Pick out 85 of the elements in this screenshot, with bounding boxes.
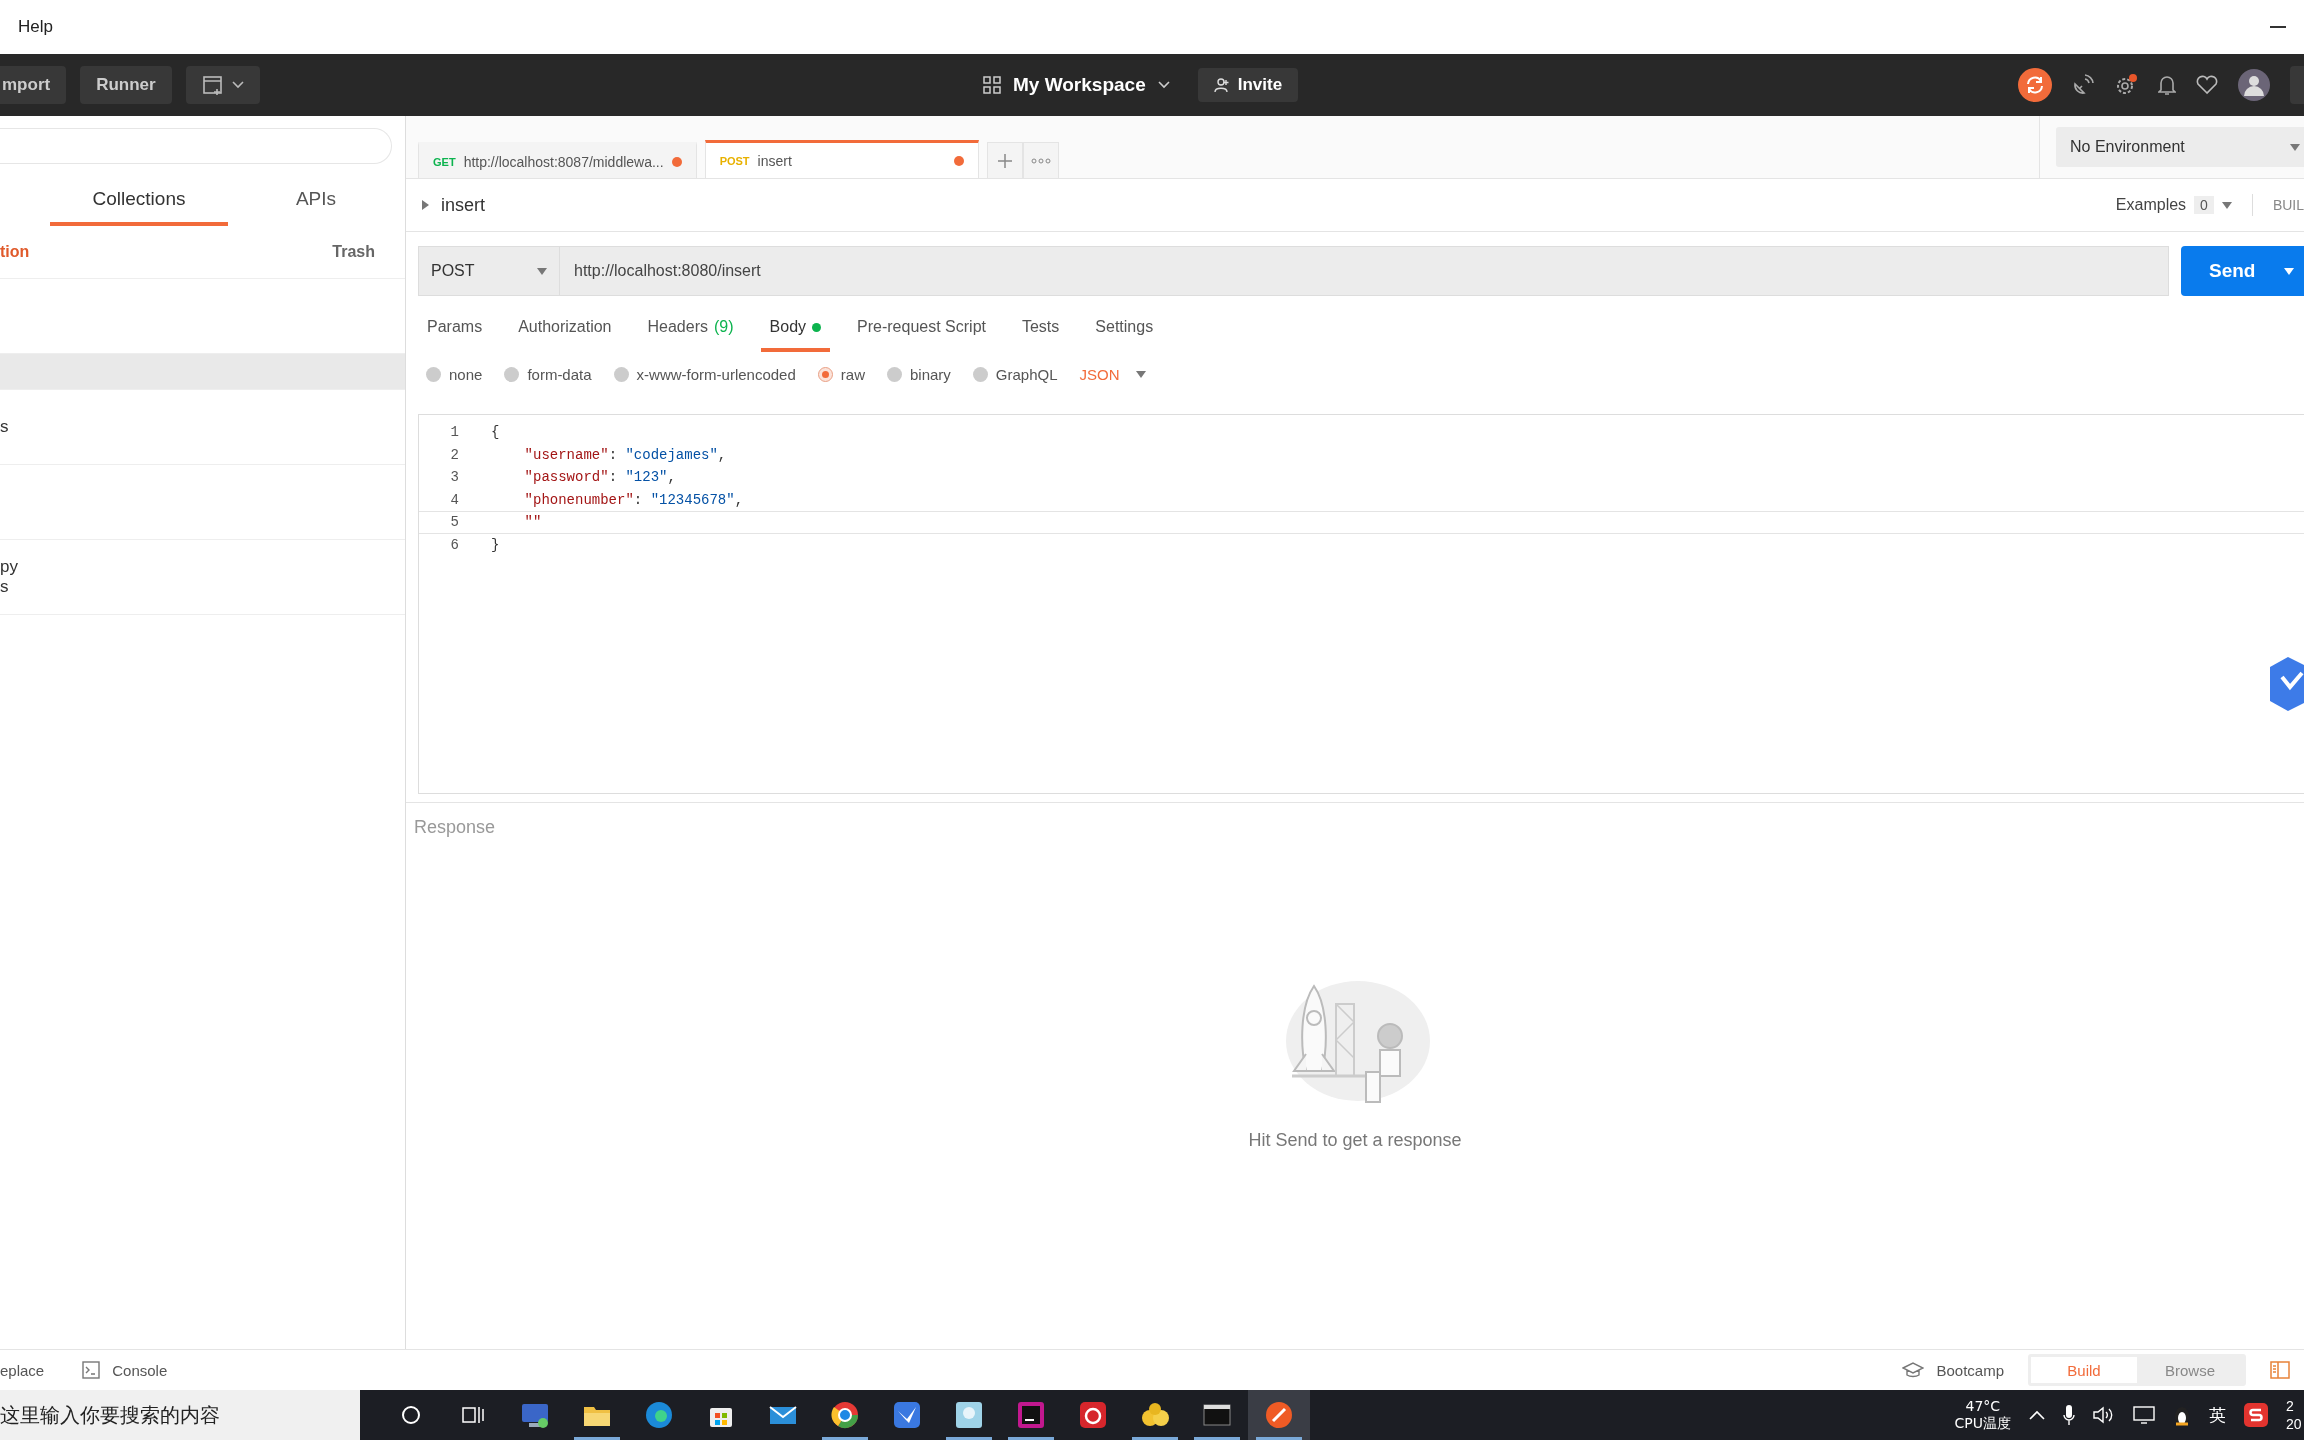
sidebar-tab[interactable]: Collections [50, 188, 228, 226]
plus-icon [996, 152, 1013, 169]
rocket-app-icon[interactable] [1248, 1390, 1310, 1440]
new-collection-link[interactable]: tion [0, 243, 30, 261]
build-label: BUIL [2272, 197, 2304, 213]
send-button[interactable]: Send [2181, 246, 2304, 296]
environment-dropdown[interactable]: No Environment [2056, 127, 2304, 167]
code-line: { [490, 424, 500, 441]
toolbar-button[interactable]: Runner [80, 66, 172, 104]
request-tab[interactable]: GET http://localhost:8087/middlewa... [418, 142, 697, 178]
graduation-cap-icon [1902, 1362, 1925, 1378]
search-field[interactable] [0, 128, 392, 164]
section-tab[interactable]: Pre-request Script [848, 306, 995, 352]
body-mode-radio[interactable]: raw [817, 365, 865, 383]
line-number: 4 [449, 491, 460, 508]
monitor-icon[interactable] [2133, 1405, 2155, 1425]
person-plus-icon [1213, 77, 1230, 93]
body-mode-radio[interactable]: form-data [504, 365, 592, 383]
expand-arrow-icon[interactable] [422, 200, 429, 210]
taskbar-search-field[interactable]: 这里输入你要搜索的内容 [0, 1390, 360, 1440]
method-dropdown[interactable]: POST [418, 246, 560, 296]
sidebar-item[interactable]: s [0, 390, 405, 465]
section-tab[interactable]: Headers (9) [638, 306, 743, 352]
avatar-icon[interactable] [2238, 69, 2270, 101]
section-tab[interactable]: Params [418, 306, 492, 352]
section-tab[interactable]: Authorization [509, 306, 621, 352]
line-number: 1 [449, 424, 460, 441]
url-field[interactable]: http://localhost:8080/insert [560, 246, 2169, 296]
menu-item[interactable]: Help [18, 17, 53, 37]
code-line: "phonenumber": "12345678", [523, 491, 744, 508]
sidebar-tab[interactable]: APIs [228, 188, 404, 226]
new-window-button[interactable] [185, 66, 260, 104]
console-button[interactable]: Console [82, 1361, 168, 1379]
body-mode-radio[interactable]: x-www-form-urlencoded [613, 365, 796, 383]
chevron-icon [1157, 81, 1170, 89]
heart-icon[interactable] [2196, 75, 2218, 95]
examples-button[interactable]: Examples [2115, 196, 2187, 214]
examples-count: 0 [2194, 196, 2214, 214]
sync-button[interactable] [2018, 68, 2052, 102]
invite-button[interactable]: Invite [1197, 68, 1299, 102]
request-name: insert [441, 194, 485, 216]
caret-icon [2290, 143, 2300, 151]
section-tab[interactable]: Tests [1012, 306, 1069, 352]
line-number: 2 [449, 446, 460, 463]
more-dots-icon [1030, 157, 1051, 164]
caret-icon [537, 267, 547, 275]
s-logo-icon[interactable] [2244, 1403, 2268, 1427]
caret-icon [2284, 267, 2294, 275]
request-tab[interactable]: POST insert [704, 140, 979, 178]
satellite-icon[interactable] [2072, 74, 2094, 96]
speaker-icon[interactable] [2093, 1406, 2115, 1424]
line-number: 3 [449, 469, 460, 486]
body-mode-radio[interactable]: GraphQL [972, 365, 1058, 383]
code-line: "password": "123", [523, 469, 676, 486]
sidebar-item[interactable]: py s [0, 540, 405, 615]
input-method-indicator[interactable]: 英 [2209, 1403, 2226, 1427]
bell-icon[interactable] [2158, 74, 2176, 96]
section-tab[interactable]: Settings [1086, 306, 1163, 352]
code-editor[interactable]: 1 { 2 "username": "codejames", 3 "password": "123", 4 "phonenumber": "12345678", 5 "" 6 } [418, 414, 2304, 794]
body-mode-radio[interactable]: none [426, 365, 483, 383]
toolbar-button[interactable]: mport [0, 66, 67, 104]
empty-response-message: Hit Send to get a response [1248, 1130, 1462, 1151]
response-title: Response [413, 816, 497, 838]
dropdown-caret-icon [2221, 201, 2232, 209]
line-number: 5 [449, 514, 460, 531]
bootcamp-button[interactable]: Bootcamp [1902, 1361, 2004, 1379]
window-plus-icon [201, 74, 224, 96]
line-number: 6 [449, 536, 460, 553]
body-mode-radio[interactable]: binary [886, 365, 951, 383]
code-line: } [490, 536, 500, 553]
caret-icon [1135, 370, 1146, 378]
grid-icon [983, 76, 1001, 94]
clock[interactable]: 2 20 [2286, 1396, 2304, 1434]
microphone-icon[interactable] [2063, 1404, 2075, 1426]
section-tab[interactable]: Body [760, 306, 831, 352]
code-line: "" [523, 514, 542, 531]
trash-button[interactable]: Trash [326, 242, 381, 262]
console-icon [82, 1361, 101, 1379]
workspace-button[interactable]: My Workspace [977, 73, 1176, 97]
code-line: "username": "codejames", [523, 446, 727, 463]
chevron-up-icon[interactable] [2029, 1410, 2045, 1420]
chevron-icon [231, 81, 244, 89]
cpu-temperature: 47°C CPU温度 [1954, 1398, 2011, 1432]
find-replace-button[interactable]: eplace [0, 1361, 45, 1379]
settings-icon[interactable] [2114, 73, 2138, 97]
